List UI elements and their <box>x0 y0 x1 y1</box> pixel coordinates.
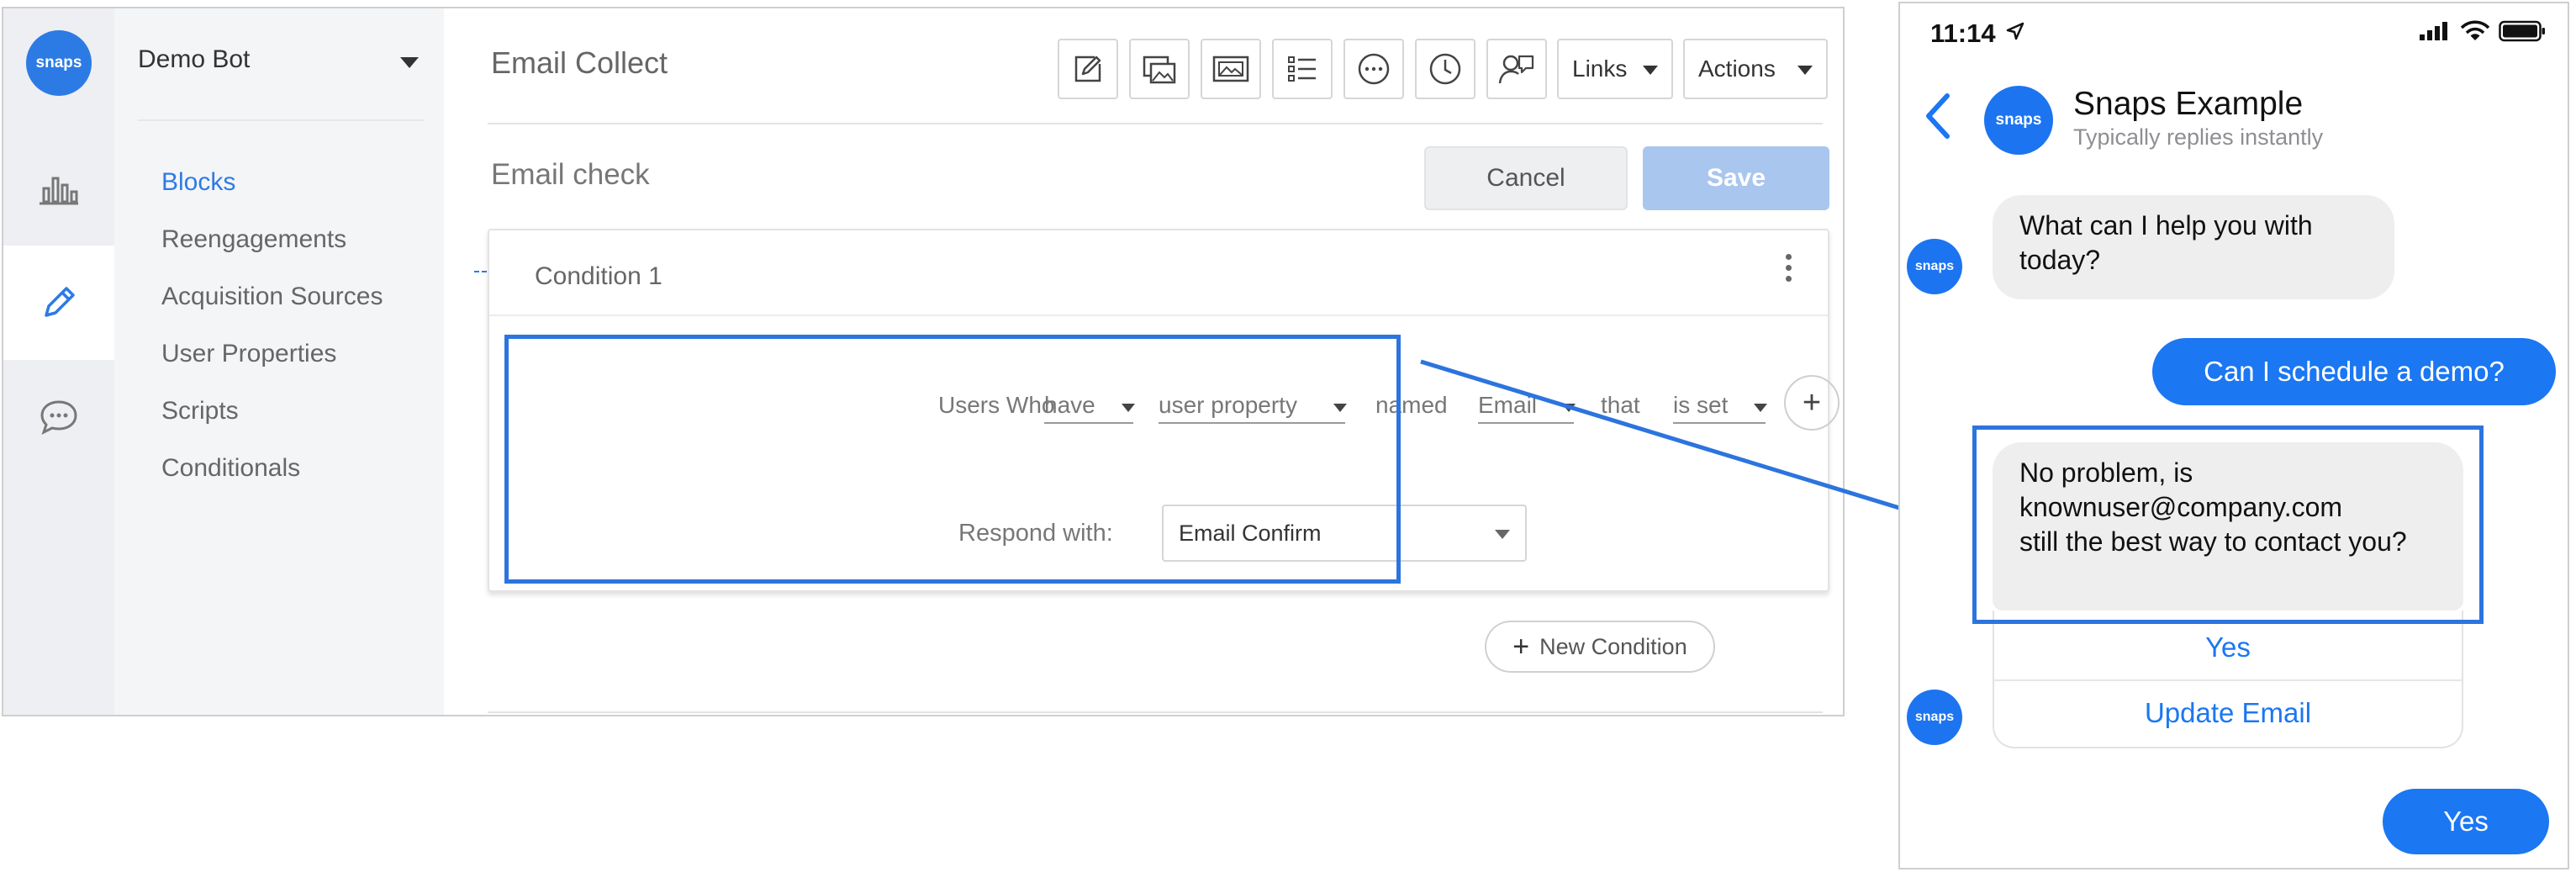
add-user-input-button[interactable] <box>1486 39 1547 99</box>
user-message-bubble: Can I schedule a demo? <box>2152 338 2556 405</box>
back-chevron-icon[interactable] <box>1922 91 1956 141</box>
respond-with-label: Respond with: <box>958 520 1113 547</box>
builder-main: Email Collect Links Actions Email check … <box>444 8 1843 715</box>
quick-replies: Yes Update Email <box>1993 610 2463 748</box>
delay-clock-icon <box>1429 53 1461 85</box>
bot-avatar: snaps <box>1907 690 1962 745</box>
message-text: still the best way to contact you? <box>2019 526 2407 557</box>
snaps-logo[interactable]: snaps <box>26 30 92 96</box>
builder-sidebar: Demo Bot Blocks Reengagements Acquisitio… <box>114 8 444 715</box>
add-rule-button[interactable]: + <box>1784 375 1840 431</box>
sidebar-item-acquisition-sources[interactable]: Acquisition Sources <box>161 283 383 311</box>
chat-bubble-icon <box>40 400 77 435</box>
status-bar-icons <box>2418 20 2546 42</box>
sidebar-item-user-properties[interactable]: User Properties <box>161 340 336 368</box>
add-text-card-button[interactable] <box>1058 39 1118 99</box>
plus-icon: + <box>1512 630 1530 663</box>
chevron-down-icon <box>1562 404 1576 412</box>
image-icon <box>1212 56 1249 82</box>
message-text: Yes <box>2443 806 2489 837</box>
sidebar-item-blocks[interactable]: Blocks <box>161 168 235 197</box>
that-label: that <box>1601 392 1640 418</box>
text-card-icon <box>1074 56 1101 82</box>
chevron-down-icon <box>1797 66 1813 75</box>
add-delay-button[interactable] <box>1415 39 1475 99</box>
respond-with-value: Email Confirm <box>1179 520 1322 546</box>
user-input-icon <box>1498 55 1534 84</box>
status-time: 11:14 <box>1930 18 1996 48</box>
chevron-down-icon <box>1122 404 1135 412</box>
contact-status: Typically replies instantly <box>2073 124 2324 150</box>
condition-type-select[interactable]: user property <box>1159 392 1347 424</box>
gallery-icon <box>1143 56 1176 84</box>
analytics-icon <box>40 177 78 205</box>
messenger-phone-preview: 11:14 snaps Snaps Example Typically repl… <box>1898 2 2569 870</box>
sidebar-item-conditionals[interactable]: Conditionals <box>161 454 300 483</box>
links-label: Links <box>1572 56 1628 82</box>
cellular-signal-icon <box>2420 22 2447 40</box>
sidebar-item-reengagements[interactable]: Reengagements <box>161 225 346 254</box>
respond-with-select[interactable]: Email Confirm <box>1162 505 1527 562</box>
builder-nav[interactable] <box>3 246 114 360</box>
new-condition-button[interactable]: + New Condition <box>1485 621 1715 673</box>
condition-title: Condition 1 <box>535 262 662 290</box>
contact-avatar[interactable]: snaps <box>1984 86 2053 155</box>
property-name-select[interactable]: Email <box>1478 392 1576 424</box>
message-text: What can I help you with today? <box>2019 210 2313 275</box>
location-arrow-icon <box>2006 22 2024 40</box>
analytics-nav[interactable] <box>3 131 114 246</box>
chevron-down-icon[interactable] <box>400 57 419 68</box>
divider <box>489 314 1828 316</box>
contact-name: Snaps Example <box>2073 86 2304 122</box>
edit-pencil-icon <box>45 287 75 317</box>
battery-icon <box>2499 20 2545 42</box>
actions-label: Actions <box>1698 56 1776 82</box>
message-text: No problem, is <box>2019 457 2193 488</box>
typing-icon <box>1358 53 1390 85</box>
icon-rail: snaps <box>3 8 114 715</box>
have-value: have <box>1044 392 1095 418</box>
wifi-icon <box>2460 20 2490 40</box>
property-name-value: Email <box>1478 392 1538 418</box>
chat-nav[interactable] <box>3 360 114 474</box>
quick-reply-update-email[interactable]: Update Email <box>1994 681 2462 745</box>
add-typing-button[interactable] <box>1343 39 1404 99</box>
cancel-button[interactable]: Cancel <box>1424 146 1628 210</box>
operator-value: is set <box>1673 392 1729 418</box>
chevron-down-icon <box>1495 530 1510 539</box>
bot-avatar: snaps <box>1907 239 1962 294</box>
save-button[interactable]: Save <box>1643 146 1829 210</box>
bot-builder-panel: snaps Demo Bot Blocks Reengagements Acqu… <box>2 7 1845 716</box>
list-icon <box>1288 56 1316 82</box>
bot-message-bubble: What can I help you with today? <box>1993 195 2394 299</box>
bot-selector[interactable]: Demo Bot <box>138 45 250 74</box>
quick-reply-yes[interactable]: Yes <box>1994 616 2462 679</box>
add-image-button[interactable] <box>1201 39 1261 99</box>
chevron-down-icon <box>1333 404 1347 412</box>
divider <box>138 119 424 121</box>
operator-select[interactable]: is set <box>1673 392 1767 424</box>
sidebar-item-scripts[interactable]: Scripts <box>161 397 239 426</box>
add-gallery-button[interactable] <box>1129 39 1190 99</box>
new-condition-label: New Condition <box>1539 633 1687 659</box>
message-text: Can I schedule a demo? <box>2204 356 2505 387</box>
divider <box>488 711 1823 713</box>
actions-dropdown[interactable]: Actions <box>1683 39 1828 99</box>
bot-message-bubble: No problem, is knownuser@company.com sti… <box>1993 442 2463 610</box>
divider <box>488 123 1823 124</box>
chevron-down-icon <box>1754 404 1767 412</box>
block-title: Email check <box>491 158 650 191</box>
user-message-bubble: Yes <box>2383 789 2549 854</box>
chevron-down-icon <box>1643 66 1658 75</box>
users-who-label: Users Who <box>938 392 1055 418</box>
message-email: knownuser@company.com <box>2019 492 2343 522</box>
condition-type-value: user property <box>1159 392 1297 418</box>
named-label: named <box>1375 392 1448 418</box>
add-list-button[interactable] <box>1272 39 1333 99</box>
have-select[interactable]: have <box>1044 392 1135 424</box>
links-dropdown[interactable]: Links <box>1557 39 1673 99</box>
more-options-icon[interactable] <box>1786 254 1792 284</box>
page-title: Email Collect <box>491 45 668 80</box>
